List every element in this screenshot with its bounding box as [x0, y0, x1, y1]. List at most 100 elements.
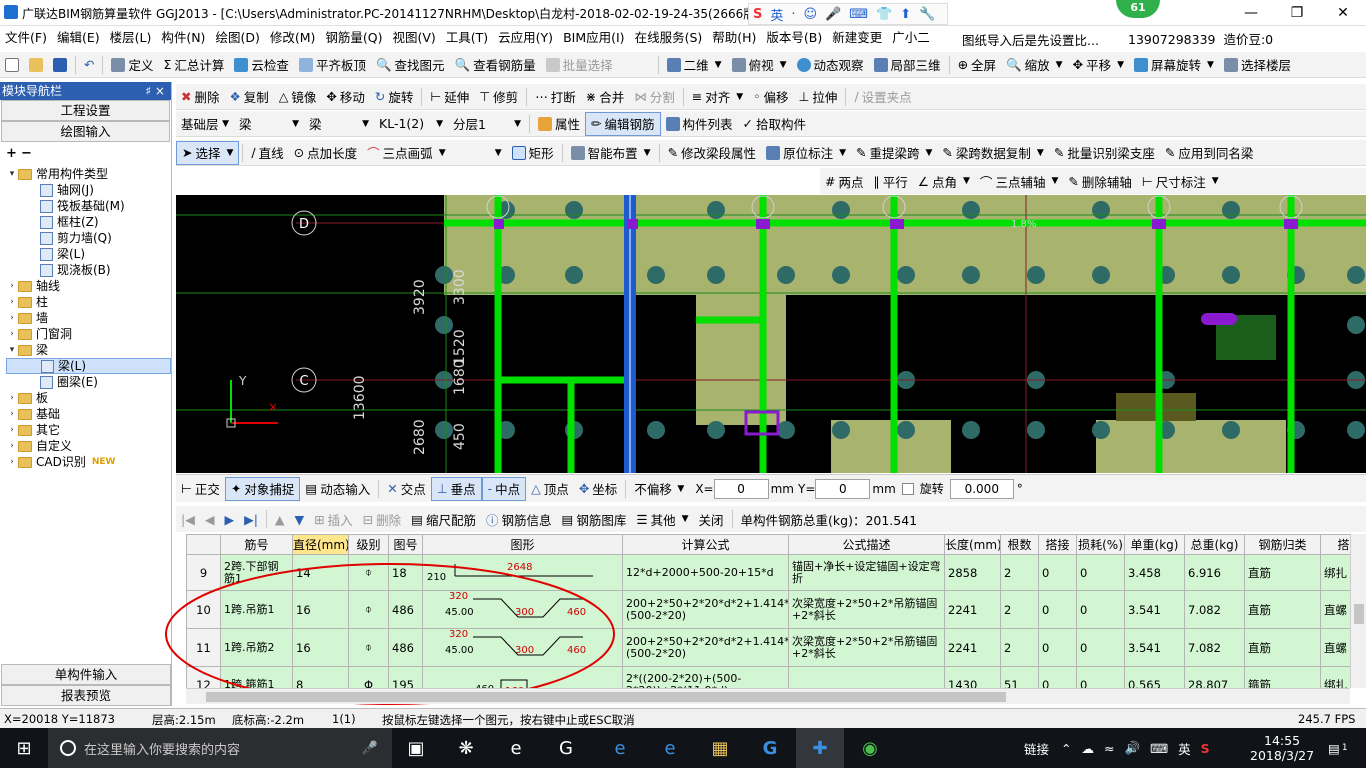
cell-extra[interactable]: 直螺	[1320, 590, 1350, 629]
two-point-axis-button[interactable]: # 两点	[820, 169, 869, 193]
apply-same-beam-button[interactable]: ✎ 应用到同名梁	[1160, 141, 1259, 165]
collapsed-arrow-icon[interactable]: ›	[6, 454, 18, 470]
col-total-weight[interactable]: 总重(kg)	[1184, 534, 1245, 555]
cell-length[interactable]: 1430	[944, 666, 1001, 688]
taskbar-app-explorer[interactable]: ▦	[696, 728, 744, 768]
properties-button[interactable]: 属性	[533, 112, 585, 136]
merge-button[interactable]: ⋇ 合并	[581, 85, 630, 109]
cell-unit-weight[interactable]: 3.458	[1124, 554, 1185, 591]
rotate-checkbox[interactable]	[901, 482, 914, 495]
zoom-dropdown[interactable]: 🔍 缩放 ▼	[1001, 53, 1068, 77]
line-button[interactable]: ∕ 直线	[246, 141, 288, 165]
scale-rebar-button[interactable]: ▤ 缩尺配筋	[406, 507, 481, 531]
rectangle-button[interactable]: 矩形	[507, 141, 559, 165]
layer-select[interactable]: 分层1 ▼	[448, 114, 526, 134]
cell-formula[interactable]: 2*((200-2*20)+(500-2*20))+2*(11.9*d)	[622, 666, 789, 688]
move-up-button[interactable]: ▲	[270, 507, 290, 531]
cell-formula[interactable]: 200+2*50+2*20*d*2+1.414*(500-2*20)	[622, 628, 789, 667]
start-button[interactable]: ⊞	[0, 728, 48, 768]
menu-assistant[interactable]: 广小二	[887, 26, 935, 50]
batch-support-button[interactable]: ✎ 批量识别梁支座	[1049, 141, 1160, 165]
taskbar-search[interactable]: 在这里输入你要搜索的内容 🎤	[48, 728, 392, 768]
trim-button[interactable]: ⊤ 修剪	[474, 85, 523, 109]
skin-icon[interactable]: 👕	[876, 7, 892, 22]
tree-item[interactable]: › 自定义	[6, 438, 171, 454]
tray-volume-icon[interactable]: 🔊	[1124, 740, 1140, 756]
expanded-arrow-icon[interactable]: ▾	[6, 166, 18, 182]
cell-unit-weight[interactable]: 0.565	[1124, 666, 1185, 688]
tray-wifi-icon[interactable]: ≈	[1104, 741, 1114, 756]
col-figure-no[interactable]: 图号	[388, 534, 423, 555]
task-view-button[interactable]: ▣	[392, 728, 440, 768]
collapsed-arrow-icon[interactable]: ›	[6, 294, 18, 310]
break-button[interactable]: ⋯ 打断	[530, 85, 581, 109]
tree-item[interactable]: 剪力墙(Q)	[6, 230, 171, 246]
insert-row-button[interactable]: ⊞ 插入	[309, 507, 358, 531]
dynamic-input-toggle[interactable]: ▤ 动态输入	[300, 477, 375, 501]
parallel-axis-button[interactable]: ∥ 平行	[869, 169, 913, 193]
rebar-info-button[interactable]: ⓘ 钢筋信息	[481, 507, 557, 531]
delete-axis-button[interactable]: ✎ 删除辅轴	[1063, 169, 1137, 193]
col-diameter[interactable]: 直径(mm)	[292, 534, 349, 555]
menu-edit[interactable]: 编辑(E)	[52, 26, 105, 50]
col-count[interactable]: 根数	[1000, 534, 1039, 555]
taskbar-app-active[interactable]: ✚	[796, 728, 844, 768]
smart-layout-dropdown[interactable]: 智能布置 ▼	[566, 141, 656, 165]
cell-length[interactable]: 2241	[944, 628, 1001, 667]
menu-new-change[interactable]: 新建变更	[827, 26, 887, 50]
keyboard-icon[interactable]: ⌨	[849, 7, 868, 22]
move-button[interactable]: ✥ 移动	[321, 85, 370, 109]
cell-category[interactable]: 直筋	[1244, 554, 1321, 591]
edit-rebar-button[interactable]: ✏ 编辑钢筋	[585, 111, 661, 136]
menu-modify[interactable]: 修改(M)	[265, 26, 321, 50]
menu-draw[interactable]: 绘图(D)	[210, 26, 264, 50]
dynamic-observe-button[interactable]: 动态观察	[792, 53, 869, 77]
tree-item[interactable]: 筏板基础(M)	[6, 198, 171, 214]
screen-rotate-dropdown[interactable]: 屏幕旋转 ▼	[1129, 53, 1219, 77]
collapsed-arrow-icon[interactable]: ›	[6, 422, 18, 438]
wrench-icon[interactable]: 🔧	[919, 7, 935, 22]
tree-item[interactable]: 梁(L)	[6, 358, 171, 374]
cell-lap[interactable]: 0	[1038, 554, 1077, 591]
tray-link[interactable]: 链接	[1024, 739, 1049, 758]
stretch-button[interactable]: ⊥ 拉伸	[794, 85, 843, 109]
tray-keyboard-icon[interactable]: ⌨	[1150, 741, 1168, 756]
table-hscroll[interactable]	[186, 688, 1350, 704]
tray-clock[interactable]: 14:55 2018/3/27	[1250, 728, 1314, 768]
col-lap[interactable]: 搭接	[1038, 534, 1077, 555]
tree-item[interactable]: › 基础	[6, 406, 171, 422]
col-bar-no[interactable]: 筋号	[220, 534, 293, 555]
extend-button[interactable]: ⊢ 延伸	[425, 85, 474, 109]
collapsed-arrow-icon[interactable]: ›	[6, 390, 18, 406]
arc-option-select[interactable]: ▼	[451, 143, 507, 163]
tree-item[interactable]: 梁(L)	[6, 246, 171, 262]
re-extract-span-dropdown[interactable]: ✎ 重提梁跨 ▼	[851, 141, 937, 165]
rebar-library-button[interactable]: ▤ 钢筋图库	[557, 507, 632, 531]
tray-sogou-icon[interactable]: S	[1201, 741, 1210, 756]
snap-midpoint[interactable]: ‐ 中点	[481, 476, 527, 501]
offset-button[interactable]: ◦ 偏移	[748, 85, 793, 109]
prev-record-button[interactable]: ◀	[200, 507, 220, 531]
ortho-toggle[interactable]: ⊢ 正交	[176, 477, 225, 501]
taskbar-app-glodon[interactable]: G	[542, 728, 590, 768]
nav-report-preview[interactable]: 报表预览	[1, 685, 171, 706]
tree-item[interactable]: 现浇板(B)	[6, 262, 171, 278]
object-snap-toggle[interactable]: ✦ 对象捕捉	[224, 476, 301, 501]
taskbar-app-ie-old[interactable]: e	[492, 728, 540, 768]
first-record-button[interactable]: |◀	[176, 507, 200, 531]
save-button[interactable]	[48, 53, 72, 77]
cell-count[interactable]: 2	[1000, 628, 1039, 667]
menu-floor[interactable]: 楼层(L)	[105, 26, 157, 50]
mic-icon[interactable]: 🎤	[825, 7, 841, 22]
menu-cloud[interactable]: 云应用(Y)	[493, 26, 558, 50]
table-vscroll[interactable]	[1350, 534, 1366, 688]
menu-help[interactable]: 帮助(H)	[707, 26, 761, 50]
tree-item[interactable]: 轴网(J)	[6, 182, 171, 198]
component-select[interactable]: KL-1(2) ▼	[374, 114, 448, 134]
modify-segment-button[interactable]: ✎ 修改梁段属性	[663, 141, 762, 165]
dimension-dropdown[interactable]: ⊢ 尺寸标注 ▼	[1137, 169, 1224, 193]
upload-icon[interactable]: ⬆	[900, 7, 911, 22]
type-select-1[interactable]: 梁 ▼	[234, 114, 304, 134]
cell-total-weight[interactable]: 28.807	[1184, 666, 1245, 688]
user-account[interactable]: 13907298339 造价豆:0	[1128, 29, 1273, 48]
